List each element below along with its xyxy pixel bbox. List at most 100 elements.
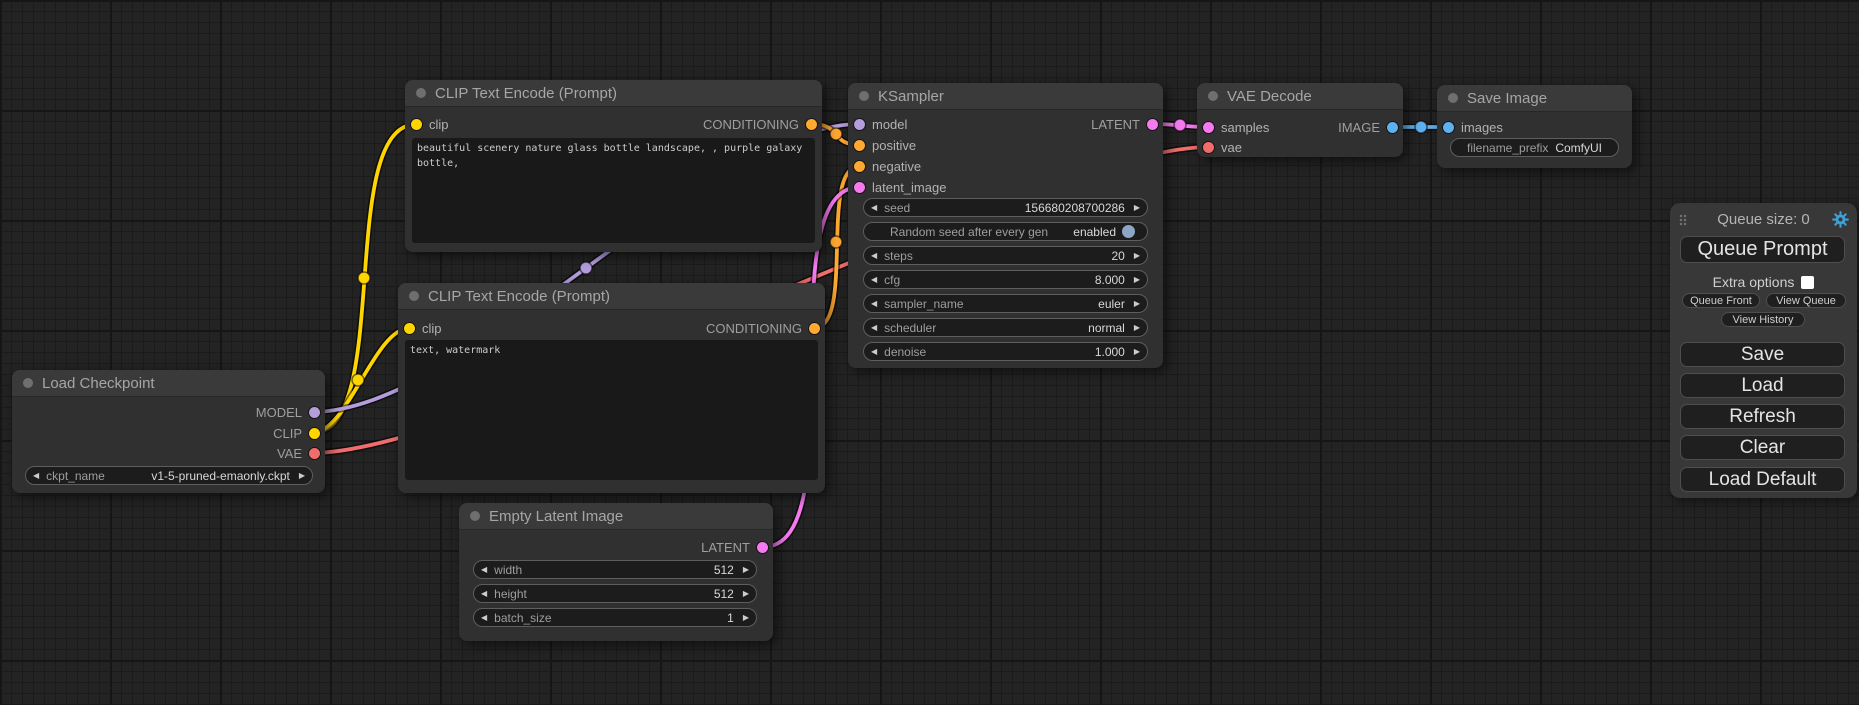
settings-gear-icon[interactable] bbox=[1832, 211, 1849, 228]
model-port-dot[interactable] bbox=[854, 119, 865, 130]
vae-port-dot[interactable] bbox=[1203, 142, 1214, 153]
view-queue-button[interactable]: View Queue bbox=[1766, 293, 1846, 308]
node-titlebar[interactable]: VAE Decode bbox=[1197, 83, 1403, 110]
output-port-latent[interactable]: LATENT bbox=[701, 539, 768, 555]
increment-arrow-icon[interactable]: ▶ bbox=[1134, 252, 1140, 260]
output-port-model[interactable]: MODEL bbox=[256, 404, 320, 420]
clear-button[interactable]: Clear bbox=[1680, 435, 1845, 460]
clip-port-dot[interactable] bbox=[404, 323, 415, 334]
height-widget[interactable]: ◀ height 512 ▶ bbox=[473, 584, 757, 603]
filename-prefix-widget[interactable]: filename_prefix ComfyUI bbox=[1450, 138, 1619, 157]
increment-arrow-icon[interactable]: ▶ bbox=[1134, 324, 1140, 332]
decrement-arrow-icon[interactable]: ◀ bbox=[481, 590, 487, 598]
node-titlebar[interactable]: Save Image bbox=[1437, 85, 1632, 112]
collapse-dot-icon[interactable] bbox=[470, 511, 480, 521]
output-port-conditioning[interactable]: CONDITIONING bbox=[703, 116, 817, 132]
node-graph-canvas[interactable]: Load Checkpoint MODEL CLIP VAE ◀ ckpt_na… bbox=[0, 0, 1859, 705]
node-titlebar[interactable]: Load Checkpoint bbox=[12, 370, 325, 397]
conditioning-port-dot[interactable] bbox=[809, 323, 820, 334]
input-port-images[interactable]: images bbox=[1443, 119, 1503, 135]
widget-value[interactable]: 1 bbox=[727, 611, 734, 625]
input-port-clip[interactable]: clip bbox=[404, 320, 442, 336]
save-button[interactable]: Save bbox=[1680, 342, 1845, 367]
node-empty-latent-image[interactable]: Empty Latent Image LATENT ◀ width 512 ▶ … bbox=[459, 503, 773, 641]
widget-value[interactable]: v1-5-pruned-emaonly.ckpt bbox=[151, 469, 290, 483]
collapse-dot-icon[interactable] bbox=[23, 378, 33, 388]
load-default-button[interactable]: Load Default bbox=[1680, 467, 1845, 492]
decrement-arrow-icon[interactable]: ◀ bbox=[871, 348, 877, 356]
widget-value[interactable]: 20 bbox=[1111, 249, 1124, 263]
image-port-dot[interactable] bbox=[1387, 122, 1398, 133]
clip-port-dot[interactable] bbox=[411, 119, 422, 130]
node-titlebar[interactable]: CLIP Text Encode (Prompt) bbox=[398, 283, 825, 310]
model-port-dot[interactable] bbox=[309, 407, 320, 418]
widget-value[interactable]: 1.000 bbox=[1095, 345, 1125, 359]
queue-front-button[interactable]: Queue Front bbox=[1682, 293, 1760, 308]
clip-port-dot[interactable] bbox=[309, 428, 320, 439]
decrement-arrow-icon[interactable]: ◀ bbox=[871, 300, 877, 308]
node-clip-text-encode-positive[interactable]: CLIP Text Encode (Prompt) clip CONDITION… bbox=[405, 80, 822, 252]
ckpt-name-widget[interactable]: ◀ ckpt_name v1-5-pruned-emaonly.ckpt ▶ bbox=[25, 466, 313, 485]
decrement-arrow-icon[interactable]: ◀ bbox=[871, 324, 877, 332]
increment-arrow-icon[interactable]: ▶ bbox=[1134, 348, 1140, 356]
positive-prompt-textarea[interactable]: beautiful scenery nature glass bottle la… bbox=[412, 138, 815, 243]
seed-widget[interactable]: ◀ seed 156680208700286 ▶ bbox=[863, 198, 1148, 217]
batch-size-widget[interactable]: ◀ batch_size 1 ▶ bbox=[473, 608, 757, 627]
input-port-model[interactable]: model bbox=[854, 116, 907, 132]
steps-widget[interactable]: ◀ steps 20 ▶ bbox=[863, 246, 1148, 265]
collapse-dot-icon[interactable] bbox=[409, 291, 419, 301]
widget-value[interactable]: normal bbox=[1088, 321, 1125, 335]
increment-arrow-icon[interactable]: ▶ bbox=[743, 566, 749, 574]
node-titlebar[interactable]: CLIP Text Encode (Prompt) bbox=[405, 80, 822, 107]
output-port-clip[interactable]: CLIP bbox=[273, 425, 320, 441]
sampler-name-widget[interactable]: ◀ sampler_name euler ▶ bbox=[863, 294, 1148, 313]
collapse-dot-icon[interactable] bbox=[1448, 93, 1458, 103]
widget-value[interactable]: 512 bbox=[714, 587, 734, 601]
decrement-arrow-icon[interactable]: ◀ bbox=[871, 204, 877, 212]
widget-value[interactable]: euler bbox=[1098, 297, 1125, 311]
node-titlebar[interactable]: KSampler bbox=[848, 83, 1163, 110]
latent-port-dot[interactable] bbox=[854, 182, 865, 193]
latent-port-dot[interactable] bbox=[757, 542, 768, 553]
decrement-arrow-icon[interactable]: ◀ bbox=[481, 614, 487, 622]
vae-port-dot[interactable] bbox=[309, 448, 320, 459]
output-port-latent[interactable]: LATENT bbox=[1091, 116, 1158, 132]
output-port-image[interactable]: IMAGE bbox=[1338, 119, 1398, 135]
widget-value[interactable]: ComfyUI bbox=[1555, 141, 1602, 155]
increment-arrow-icon[interactable]: ▶ bbox=[299, 472, 305, 480]
node-save-image[interactable]: Save Image images filename_prefix ComfyU… bbox=[1437, 85, 1632, 168]
node-titlebar[interactable]: Empty Latent Image bbox=[459, 503, 773, 530]
random-seed-toggle-widget[interactable]: Random seed after every gen enabled bbox=[863, 222, 1148, 241]
negative-prompt-textarea[interactable]: text, watermark bbox=[405, 340, 818, 480]
node-vae-decode[interactable]: VAE Decode samples vae IMAGE bbox=[1197, 83, 1403, 157]
input-port-clip[interactable]: clip bbox=[411, 116, 449, 132]
input-port-samples[interactable]: samples bbox=[1203, 119, 1269, 135]
conditioning-port-dot[interactable] bbox=[806, 119, 817, 130]
latent-port-dot[interactable] bbox=[1147, 119, 1158, 130]
conditioning-port-dot[interactable] bbox=[854, 140, 865, 151]
node-ksampler[interactable]: KSampler model positive negative latent_… bbox=[848, 83, 1163, 368]
widget-value[interactable]: 512 bbox=[714, 563, 734, 577]
conditioning-port-dot[interactable] bbox=[854, 161, 865, 172]
decrement-arrow-icon[interactable]: ◀ bbox=[871, 276, 877, 284]
increment-arrow-icon[interactable]: ▶ bbox=[1134, 276, 1140, 284]
scheduler-widget[interactable]: ◀ scheduler normal ▶ bbox=[863, 318, 1148, 337]
increment-arrow-icon[interactable]: ▶ bbox=[743, 614, 749, 622]
widget-value[interactable]: 8.000 bbox=[1095, 273, 1125, 287]
node-clip-text-encode-negative[interactable]: CLIP Text Encode (Prompt) clip CONDITION… bbox=[398, 283, 825, 493]
increment-arrow-icon[interactable]: ▶ bbox=[1134, 300, 1140, 308]
node-load-checkpoint[interactable]: Load Checkpoint MODEL CLIP VAE ◀ ckpt_na… bbox=[12, 370, 325, 493]
collapse-dot-icon[interactable] bbox=[1208, 91, 1218, 101]
toggle-enabled-icon[interactable] bbox=[1122, 225, 1135, 238]
input-port-latent-image[interactable]: latent_image bbox=[854, 179, 946, 195]
extra-options-checkbox[interactable] bbox=[1801, 276, 1814, 289]
refresh-button[interactable]: Refresh bbox=[1680, 404, 1845, 429]
collapse-dot-icon[interactable] bbox=[416, 88, 426, 98]
increment-arrow-icon[interactable]: ▶ bbox=[1134, 204, 1140, 212]
load-button[interactable]: Load bbox=[1680, 373, 1845, 398]
denoise-widget[interactable]: ◀ denoise 1.000 ▶ bbox=[863, 342, 1148, 361]
decrement-arrow-icon[interactable]: ◀ bbox=[871, 252, 877, 260]
image-port-dot[interactable] bbox=[1443, 122, 1454, 133]
input-port-vae[interactable]: vae bbox=[1203, 139, 1242, 155]
width-widget[interactable]: ◀ width 512 ▶ bbox=[473, 560, 757, 579]
